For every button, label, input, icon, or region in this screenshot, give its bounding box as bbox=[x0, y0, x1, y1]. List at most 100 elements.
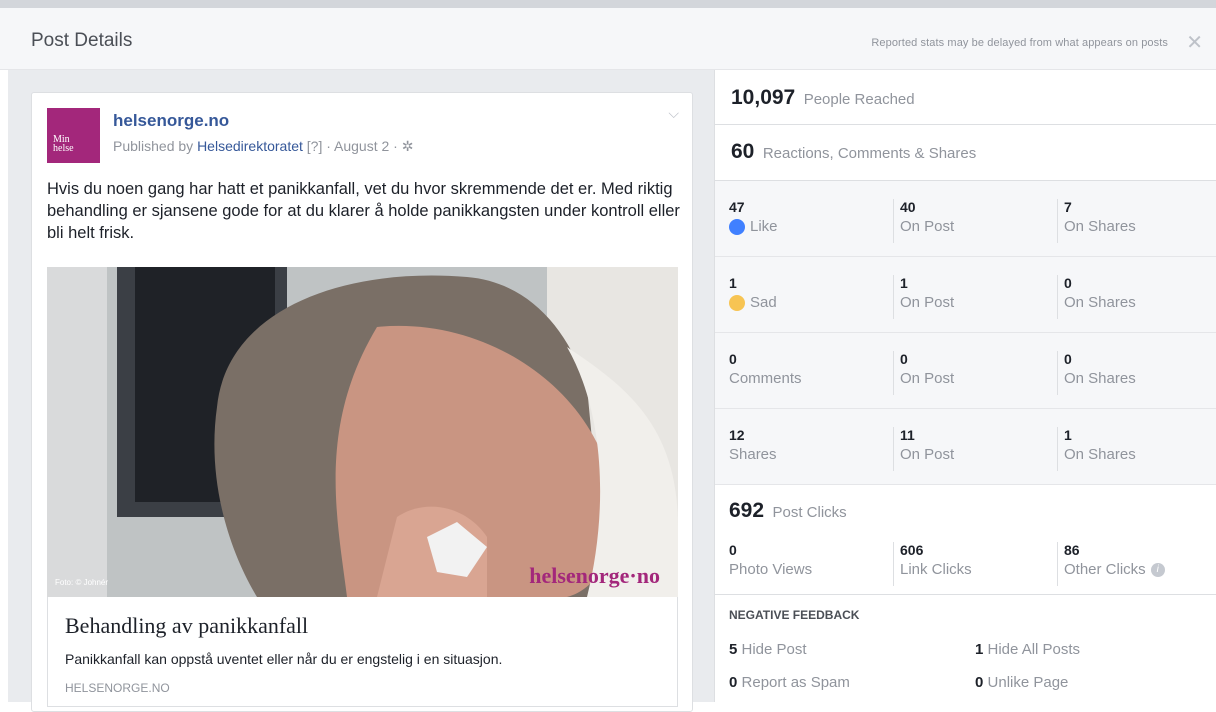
comments-on-shares-value: 0 bbox=[1064, 351, 1072, 367]
unlike-page-stat: 0 Unlike Page bbox=[975, 674, 1068, 691]
sad-on-shares: 0 On Shares bbox=[1057, 275, 1136, 319]
report-spam-value: 0 bbox=[729, 674, 738, 691]
post-photo[interactable]: Foto: © Johnér helsenorge·no bbox=[47, 267, 678, 597]
post-clicks-label: Post Clicks bbox=[772, 504, 847, 521]
page-avatar[interactable]: Min helse bbox=[47, 108, 100, 163]
hide-all-posts-stat: 1 Hide All Posts bbox=[975, 641, 1080, 658]
comments-row: 0 Comments 0 On Post 0 On Shares bbox=[715, 333, 1216, 409]
sad-label-text: Sad bbox=[750, 294, 777, 311]
top-border bbox=[0, 0, 1216, 8]
post-clicks-value: 692 bbox=[729, 499, 765, 522]
close-icon[interactable]: ✕ bbox=[1186, 30, 1203, 55]
comments-on-post-value: 0 bbox=[900, 351, 908, 367]
like-label-text: Like bbox=[750, 218, 778, 235]
like-total-value: 47 bbox=[729, 199, 745, 215]
shares-on-shares-value: 1 bbox=[1064, 427, 1072, 443]
photo-illustration bbox=[47, 267, 678, 597]
dialog-header: Post Details Reported stats may be delay… bbox=[0, 8, 1216, 70]
shares-on-post-label: On Post bbox=[900, 446, 955, 463]
sad-on-post: 1 On Post bbox=[893, 275, 954, 319]
link-domain: HELSENORGE.NO bbox=[65, 681, 170, 695]
post-clicks-heading: 692 Post Clicks bbox=[729, 499, 847, 523]
gear-icon[interactable]: ✲ bbox=[402, 138, 414, 154]
other-clicks-label: Other Clicks i bbox=[1064, 561, 1170, 578]
dialog-title: Post Details bbox=[31, 30, 133, 51]
like-on-post-value: 40 bbox=[900, 199, 916, 215]
info-icon[interactable]: i bbox=[1150, 562, 1165, 577]
people-reached-value: 10,097 bbox=[731, 86, 796, 109]
reactions-section: 60 Reactions, Comments & Shares bbox=[715, 125, 1216, 181]
left-edge bbox=[0, 70, 8, 702]
sad-icon bbox=[729, 294, 745, 311]
unlike-page-label: Unlike Page bbox=[987, 674, 1069, 691]
report-spam-label: Report as Spam bbox=[741, 674, 850, 691]
link-title[interactable]: Behandling av panikkanfall bbox=[65, 613, 308, 639]
people-reached-section: 10,097 People Reached bbox=[715, 70, 1216, 125]
published-prefix: Published by bbox=[113, 138, 194, 154]
avatar-text-2: helse bbox=[53, 143, 74, 154]
shares-on-post: 11 On Post bbox=[893, 427, 954, 471]
reaction-row-sad: 1 Sad 1 On Post 0 On Shares bbox=[715, 257, 1216, 333]
reaction-row-like: 47 Like 40 On Post 7 On Shares bbox=[715, 181, 1216, 257]
photo-watermark: helsenorge·no bbox=[529, 563, 660, 588]
other-clicks-label-text: Other Clicks bbox=[1064, 561, 1146, 578]
shares-on-shares: 1 On Shares bbox=[1057, 427, 1136, 471]
photo-views: 0 Photo Views bbox=[729, 542, 812, 578]
stats-delay-note: Reported stats may be delayed from what … bbox=[871, 37, 1168, 49]
comments-on-shares-label: On Shares bbox=[1064, 370, 1136, 387]
shares-total: 12 Shares bbox=[729, 427, 777, 463]
hide-post-label: Hide Post bbox=[741, 641, 807, 658]
photo-views-label: Photo Views bbox=[729, 561, 813, 578]
shares-total-label: Shares bbox=[729, 446, 777, 463]
link-preview[interactable]: Behandling av panikkanfall Panikkanfall … bbox=[47, 597, 678, 707]
comments-on-shares: 0 On Shares bbox=[1057, 351, 1136, 395]
shares-on-post-value: 11 bbox=[900, 427, 915, 443]
post-clicks-section: 692 Post Clicks 0 Photo Views 606 Link C… bbox=[715, 485, 1216, 595]
comments-total-value: 0 bbox=[729, 351, 737, 367]
like-on-post-label: On Post bbox=[900, 218, 955, 235]
published-date: [?] · August 2 · bbox=[306, 138, 398, 154]
post-card: Min helse helsenorge.no Published by Hel… bbox=[31, 92, 693, 712]
other-clicks: 86 Other Clicks i bbox=[1057, 542, 1170, 586]
comments-on-post-label: On Post bbox=[900, 370, 955, 387]
like-on-post: 40 On Post bbox=[893, 199, 954, 243]
shares-row: 12 Shares 11 On Post 1 On Shares bbox=[715, 409, 1216, 485]
like-on-shares-label: On Shares bbox=[1064, 218, 1136, 235]
link-clicks: 606 Link Clicks bbox=[893, 542, 972, 586]
sad-total-label: Sad bbox=[729, 294, 777, 311]
comments-on-post: 0 On Post bbox=[893, 351, 954, 395]
like-on-shares-value: 7 bbox=[1064, 199, 1072, 215]
link-clicks-label: Link Clicks bbox=[900, 561, 972, 578]
like-on-shares: 7 On Shares bbox=[1057, 199, 1136, 243]
like-total-label: Like bbox=[729, 218, 778, 235]
reactions-label: Reactions, Comments & Shares bbox=[762, 145, 977, 162]
negative-feedback-title: NEGATIVE FEEDBACK bbox=[729, 608, 860, 622]
report-spam-stat: 0 Report as Spam bbox=[729, 674, 850, 691]
page-name-link[interactable]: helsenorge.no bbox=[113, 111, 229, 131]
people-reached-label: People Reached bbox=[803, 91, 915, 108]
post-preview-pane: Min helse helsenorge.no Published by Hel… bbox=[0, 70, 714, 712]
published-line: Published by Helsedirektoratet [?] · Aug… bbox=[113, 138, 413, 155]
comments-total: 0 Comments bbox=[729, 351, 802, 387]
link-description: Panikkanfall kan oppstå uventet eller nå… bbox=[65, 651, 503, 667]
shares-total-value: 12 bbox=[729, 427, 745, 443]
photo-views-value: 0 bbox=[729, 542, 737, 558]
sad-on-post-label: On Post bbox=[900, 294, 955, 311]
chevron-down-icon[interactable]: ⌵ bbox=[668, 105, 679, 122]
reactions-value: 60 bbox=[731, 140, 755, 163]
post-text: Hvis du noen gang har hatt et panikkanfa… bbox=[47, 180, 680, 242]
sad-total: 1 Sad bbox=[729, 275, 777, 311]
hide-all-posts-value: 1 bbox=[975, 641, 984, 658]
publisher-link[interactable]: Helsedirektoratet bbox=[197, 138, 303, 154]
stats-pane: 10,097 People Reached 60 Reactions, Comm… bbox=[714, 70, 1216, 702]
hide-post-stat: 5 Hide Post bbox=[729, 641, 807, 658]
photo-credit: Foto: © Johnér bbox=[55, 578, 109, 587]
sad-on-post-value: 1 bbox=[900, 275, 908, 291]
unlike-page-value: 0 bbox=[975, 674, 984, 691]
hide-all-posts-label: Hide All Posts bbox=[987, 641, 1081, 658]
link-clicks-value: 606 bbox=[900, 542, 924, 558]
like-icon bbox=[729, 218, 745, 235]
like-total: 47 Like bbox=[729, 199, 778, 235]
shares-on-shares-label: On Shares bbox=[1064, 446, 1136, 463]
comments-total-label: Comments bbox=[729, 370, 802, 387]
